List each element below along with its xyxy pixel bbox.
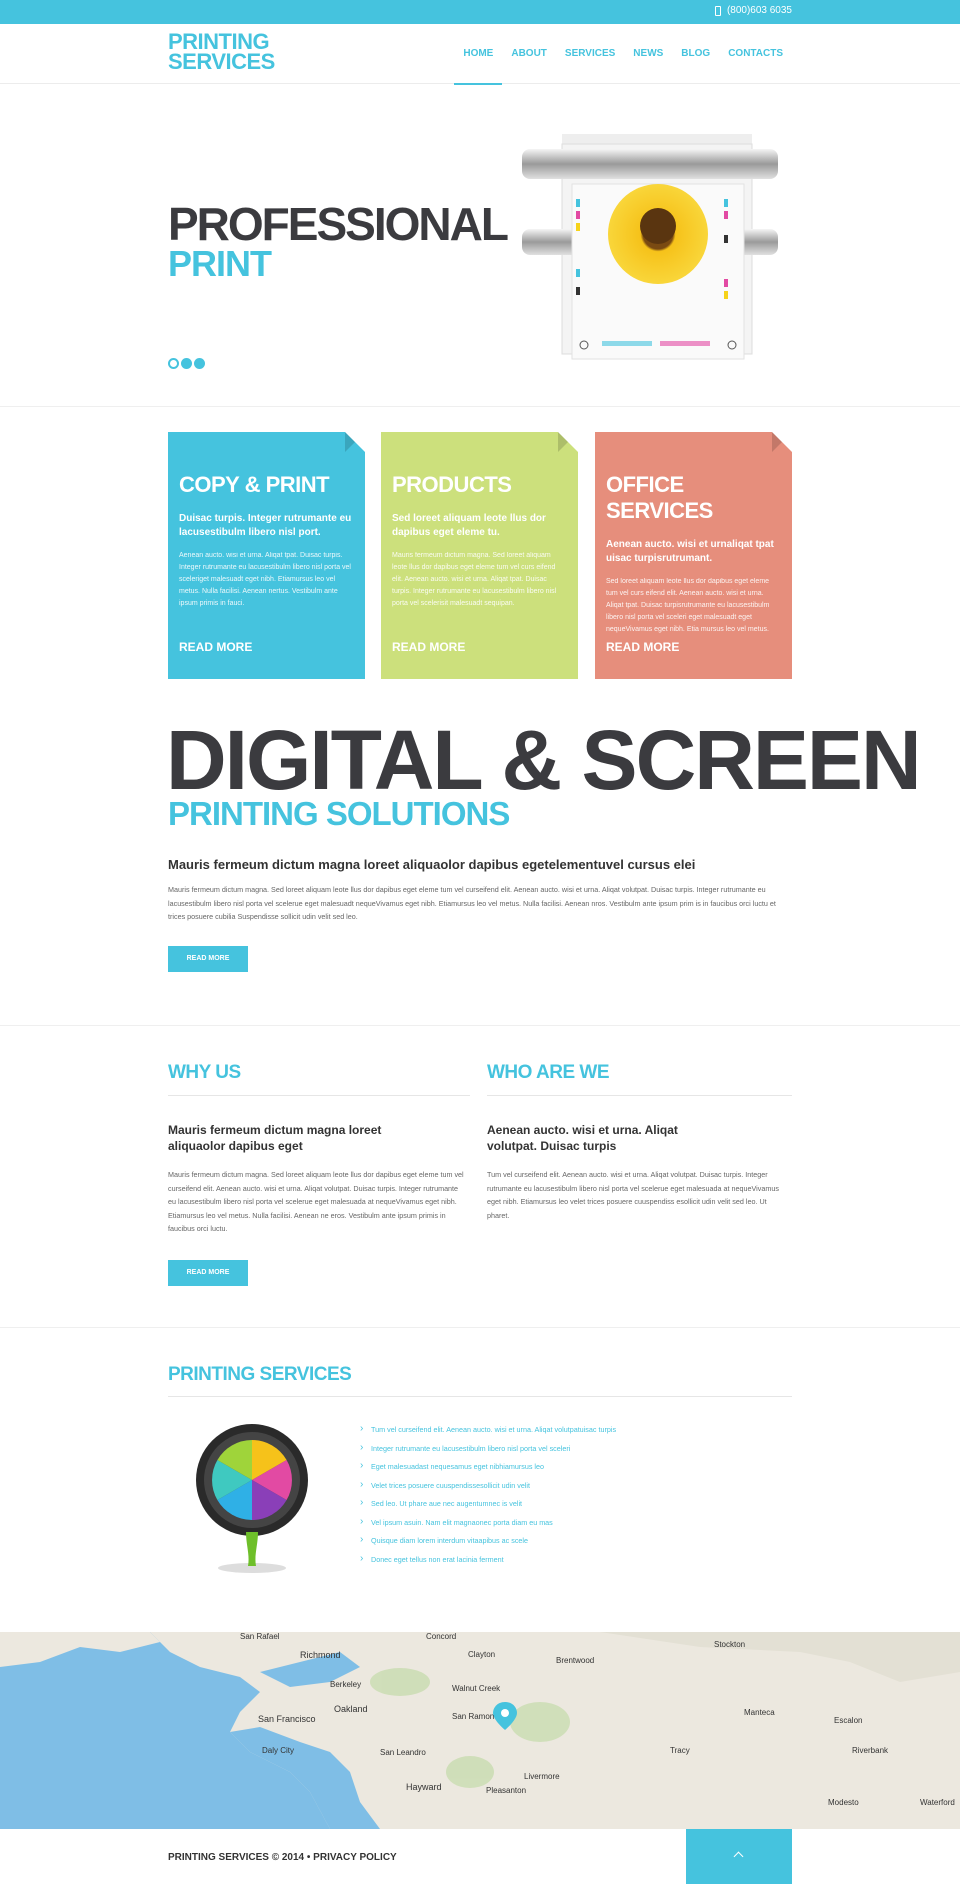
read-more-link[interactable]: READ MORE [606, 640, 679, 654]
map-label: Concord [426, 1632, 457, 1641]
color-wheel-illustration [196, 1424, 308, 1573]
box-lead: Sed loreet aliquam leote llus dor dapibu… [392, 513, 546, 538]
nav-blog[interactable]: BLOG [672, 24, 719, 84]
section-divider [0, 1327, 960, 1328]
map-label: Walnut Creek [452, 1684, 501, 1693]
printing-services-list: Tum vel curseifend elit. Aenean aucto. w… [360, 1423, 616, 1573]
printing-services-rule [168, 1396, 792, 1397]
map-label: Modesto [828, 1798, 859, 1807]
who-are-we-rule [487, 1095, 792, 1096]
box-title: COPY & PRINT [179, 472, 330, 497]
digital-subtitle: PRINTING SOLUTIONS [168, 795, 510, 832]
phone-contact[interactable]: (800)603 6035 [714, 5, 792, 16]
section-divider [0, 1025, 960, 1026]
logo-line-2: SERVICES [168, 49, 275, 74]
site-footer: PRINTING SERVICES © 2014 • PRIVACY POLIC… [0, 1829, 960, 1884]
nav-services[interactable]: SERVICES [556, 24, 624, 84]
arrow-up-icon [733, 1851, 744, 1862]
box-body: Sed loreet aliquam leote llus dor dapibu… [606, 578, 770, 633]
map-label: Daly City [262, 1746, 295, 1755]
map-label: Escalon [834, 1716, 863, 1725]
map-label: San Leandro [380, 1748, 426, 1757]
map-label: Oakland [334, 1704, 368, 1714]
top-bar: (800)603 6035 [0, 0, 960, 24]
slider-pagination [168, 358, 205, 369]
digital-body: Mauris fermeum dictum magna. Sed loreet … [168, 885, 776, 921]
why-us-read-more-button[interactable]: READ MORE [168, 1260, 248, 1286]
slider-dot-3[interactable] [194, 358, 205, 369]
list-item[interactable]: Donec eget tellus non erat lacinia ferme… [360, 1553, 616, 1573]
map-label: San Ramon [452, 1712, 495, 1721]
box-title: PRODUCTS [392, 472, 512, 497]
footer-copyright[interactable]: PRINTING SERVICES © 2014 • PRIVACY POLIC… [168, 1852, 397, 1863]
slider-dot-1[interactable] [168, 358, 179, 369]
map-label: Riverbank [852, 1746, 889, 1755]
list-item[interactable]: Vel ipsum asuin. Nam elit magnaonec port… [360, 1516, 616, 1536]
who-are-we-title: WHO ARE WE [487, 1062, 610, 1083]
map-label: Brentwood [556, 1656, 595, 1665]
slider-dot-2[interactable] [181, 358, 192, 369]
why-us-rule [168, 1095, 470, 1096]
who-are-we-lead: Aenean aucto. wisi et urna. Aliqat volut… [487, 1123, 678, 1153]
list-item[interactable]: Velet trices posuere cuuspendissesollici… [360, 1479, 616, 1499]
box-body: Mauris fermeum dictum magna. Sed loreet … [392, 552, 557, 607]
hero-title: PROFESSIONAL [168, 198, 509, 250]
location-map[interactable]: San Rafael Concord Stockton Richmond Cla… [0, 1632, 960, 1829]
map-label: Waterford [920, 1798, 955, 1807]
list-item[interactable]: Integer rutrumante eu lacusestibulm libe… [360, 1442, 616, 1462]
why-us-lead: Mauris fermeum dictum magna loreet aliqu… [168, 1123, 382, 1153]
map-background [0, 1632, 960, 1829]
service-box-products: PRODUCTS Sed loreet aliquam leote llus d… [381, 432, 578, 679]
list-item[interactable]: Sed leo. Ut phare aue nec augentumnec is… [360, 1497, 616, 1517]
list-item[interactable]: Quisque diam lorem interdum vitaapibus a… [360, 1534, 616, 1554]
list-item[interactable]: Tum vel curseifend elit. Aenean aucto. w… [360, 1423, 616, 1443]
nav-contacts[interactable]: CONTACTS [719, 24, 792, 84]
phone-number: (800)603 6035 [726, 5, 792, 16]
nav-news[interactable]: NEWS [624, 24, 672, 84]
hero-subtitle: PRINT [168, 243, 272, 284]
map-label: Hayward [406, 1782, 442, 1792]
site-header: PRINTING SERVICES HOME ABOUT SERVICES NE… [0, 24, 960, 85]
why-us-title: WHY US [168, 1062, 241, 1083]
main-nav: HOME ABOUT SERVICES NEWS BLOG CONTACTS [454, 24, 792, 85]
digital-lead: Mauris fermeum dictum magna loreet aliqu… [168, 857, 696, 872]
who-are-we-body: Tum vel curseifend elit. Aenean aucto. w… [487, 1170, 779, 1220]
why-us-body: Mauris fermeum dictum magna. Sed loreet … [168, 1170, 464, 1233]
map-label: Berkeley [330, 1680, 362, 1689]
site-logo[interactable]: PRINTING SERVICES [168, 31, 275, 74]
service-box-copy-print: COPY & PRINT Duisac turpis. Integer rutr… [168, 432, 365, 679]
printer-illustration [522, 134, 778, 360]
read-more-link[interactable]: READ MORE [179, 640, 252, 654]
list-item[interactable]: Eget malesuadast nequesamus eget nibhiam… [360, 1460, 616, 1480]
box-title: OFFICE SERVICES [606, 472, 713, 523]
map-label: San Francisco [258, 1714, 316, 1724]
map-label: Clayton [468, 1650, 496, 1659]
service-box-office-services: OFFICE SERVICES Aenean aucto. wisi et ur… [595, 432, 792, 679]
map-label: San Rafael [240, 1632, 280, 1641]
nav-home[interactable]: HOME [454, 24, 503, 85]
digital-read-more-button[interactable]: READ MORE [168, 946, 248, 972]
map-label: Tracy [670, 1746, 690, 1755]
map-label: Richmond [300, 1650, 341, 1660]
box-lead: Aenean aucto. wisi et urnaliqat tpat uis… [606, 539, 774, 564]
map-label: Livermore [524, 1772, 560, 1781]
printing-services-title: PRINTING SERVICES [168, 1364, 352, 1385]
nav-about[interactable]: ABOUT [502, 24, 556, 84]
read-more-link[interactable]: READ MORE [392, 640, 465, 654]
map-label: Stockton [714, 1640, 746, 1649]
mobile-phone-icon [714, 5, 721, 16]
box-lead: Duisac turpis. Integer rutrumante eu lac… [179, 513, 352, 538]
hero-slider: PROFESSIONAL PRINT [0, 84, 960, 407]
digital-title: DIGITAL & SCREEN [166, 713, 922, 807]
map-label: Manteca [744, 1708, 775, 1717]
back-to-top-button[interactable] [686, 1829, 792, 1884]
map-label: Pleasanton [486, 1786, 527, 1795]
box-body: Aenean aucto. wisi et urna. Aliqat tpat.… [179, 552, 351, 607]
